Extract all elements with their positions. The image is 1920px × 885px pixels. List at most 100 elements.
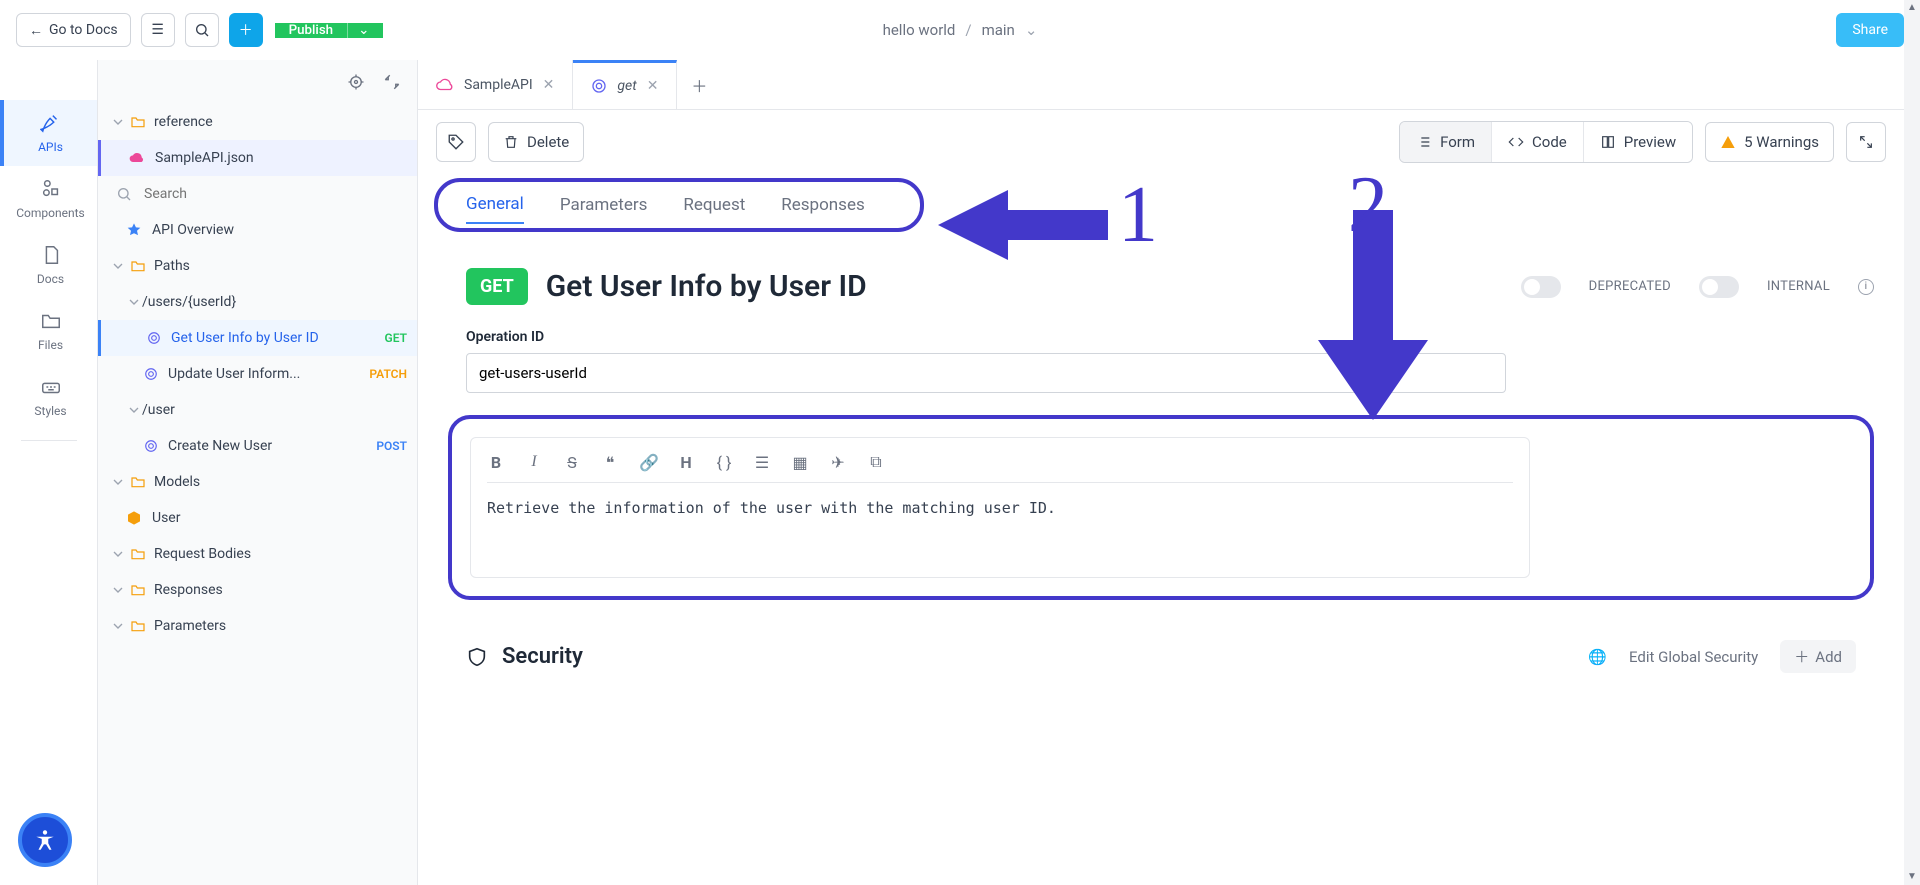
tree-path-users-userid[interactable]: /users/{userId} (98, 284, 417, 320)
close-icon[interactable]: ✕ (647, 78, 659, 94)
search-input[interactable] (144, 186, 399, 202)
cloud-icon (129, 150, 145, 166)
form-tab-parameters[interactable]: Parameters (560, 187, 648, 223)
menu-icon[interactable]: ☰ (141, 13, 175, 47)
book-icon (1600, 134, 1616, 150)
tag-button[interactable] (436, 122, 476, 162)
deprecated-toggle[interactable] (1521, 276, 1561, 298)
description-text[interactable]: Retrieve the information of the user wit… (487, 499, 1513, 517)
link-icon[interactable]: 🔗 (639, 453, 657, 472)
share-button[interactable]: Share (1836, 13, 1904, 47)
expand-button[interactable] (1846, 122, 1886, 162)
collapse-icon[interactable] (383, 73, 401, 91)
view-label: Preview (1624, 133, 1676, 151)
tree-op-get-user[interactable]: Get User Info by User ID GET (98, 320, 417, 356)
view-preview[interactable]: Preview (1584, 122, 1692, 162)
add-tab-button[interactable]: ＋ (677, 60, 721, 109)
close-icon[interactable]: ✕ (543, 77, 555, 93)
form-tab-group: General Parameters Request Responses (434, 178, 924, 232)
folder-icon (130, 618, 146, 634)
arrow-left-icon: ← (29, 22, 43, 39)
italic-icon[interactable]: I (525, 453, 543, 471)
code-block-icon[interactable]: { } (715, 453, 733, 472)
tree-folder-paths[interactable]: Paths (98, 248, 417, 284)
scrollbar[interactable]: ▲ ▼ (1904, 0, 1920, 885)
warnings-button[interactable]: 5 Warnings (1705, 122, 1834, 162)
delete-button[interactable]: Delete (488, 122, 584, 162)
edit-global-security-link[interactable]: Edit Global Security (1629, 648, 1758, 666)
tab-sampleapi[interactable]: SampleAPI ✕ (418, 60, 573, 109)
quote-icon[interactable]: ❝ (601, 453, 619, 472)
add-label: Add (1815, 648, 1842, 666)
tag-icon (447, 133, 465, 151)
table-icon[interactable]: ▦ (791, 453, 809, 472)
form-tab-general[interactable]: General (466, 186, 524, 224)
tree-op-create-user[interactable]: Create New User POST (98, 428, 417, 464)
heading-icon[interactable]: H (677, 453, 695, 472)
code-icon (1508, 134, 1524, 150)
breadcrumb-separator: / (965, 21, 971, 39)
scroll-down-icon[interactable]: ▼ (1906, 871, 1918, 883)
tree-folder-request-bodies[interactable]: Request Bodies (98, 536, 417, 572)
tree-label: reference (154, 114, 213, 130)
add-button[interactable]: ＋ (229, 13, 263, 47)
add-security-button[interactable]: ＋ Add (1780, 640, 1856, 673)
project-name[interactable]: hello world (883, 21, 956, 39)
tree-folder-parameters[interactable]: Parameters (98, 608, 417, 644)
sidebar-search[interactable] (98, 176, 417, 212)
crosshair-icon[interactable] (347, 73, 365, 91)
shield-icon (466, 646, 488, 668)
search-icon[interactable] (185, 13, 219, 47)
form-tab-responses[interactable]: Responses (781, 187, 864, 223)
scroll-up-icon[interactable]: ▲ (1906, 2, 1918, 14)
bold-icon[interactable]: B (487, 453, 505, 472)
operation-title[interactable]: Get User Info by User ID (546, 269, 867, 304)
send-icon[interactable]: ✈ (829, 453, 847, 472)
rail-separator (21, 440, 77, 441)
shapes-icon (40, 178, 62, 200)
tree-label: Models (154, 474, 200, 490)
tree-folder-models[interactable]: Models (98, 464, 417, 500)
tree-label: SampleAPI.json (155, 150, 254, 166)
security-actions: 🌐 Edit Global Security ＋ Add (1588, 640, 1856, 673)
rail-files[interactable]: Files (0, 298, 97, 364)
accessibility-button[interactable] (18, 813, 72, 867)
rail-styles-label: Styles (34, 404, 66, 418)
tree-op-patch-user[interactable]: Update User Inform... PATCH (98, 356, 417, 392)
pen-icon (40, 112, 62, 134)
operation-flags: DEPRECATED INTERNAL i (1521, 276, 1874, 298)
tree-folder-reference[interactable]: reference (98, 104, 417, 140)
tree-file-sampleapi[interactable]: SampleAPI.json (98, 140, 417, 176)
search-icon (116, 186, 132, 202)
info-icon[interactable]: i (1858, 279, 1874, 295)
tree-folder-responses[interactable]: Responses (98, 572, 417, 608)
rail-styles[interactable]: Styles (0, 364, 97, 430)
main-panel: SampleAPI ✕ get ✕ ＋ Delete Form Code (418, 60, 1904, 885)
tab-get[interactable]: get ✕ (573, 60, 677, 109)
chevron-down-icon (110, 474, 126, 490)
view-code[interactable]: Code (1492, 122, 1584, 162)
strikethrough-icon[interactable]: S (563, 453, 581, 472)
operation-id-input[interactable] (466, 353, 1506, 393)
bullet-list-icon[interactable]: ☰ (753, 453, 771, 472)
form-tab-request[interactable]: Request (683, 187, 745, 223)
internal-toggle[interactable] (1699, 276, 1739, 298)
branch-name[interactable]: main (982, 21, 1015, 39)
tree-model-user[interactable]: User (98, 500, 417, 536)
plus-icon: ＋ (1794, 646, 1809, 667)
operation-icon (591, 78, 607, 94)
description-editor[interactable]: B I S ❝ 🔗 H { } ☰ ▦ ✈ ⧉ Retrieve the inf… (470, 437, 1530, 578)
rail-docs[interactable]: Docs (0, 232, 97, 298)
tree-api-overview[interactable]: API Overview (98, 212, 417, 248)
view-form[interactable]: Form (1400, 122, 1492, 162)
tree-path-user[interactable]: /user (98, 392, 417, 428)
tree-label: Update User Inform... (168, 366, 300, 382)
chevron-down-icon[interactable]: ⌄ (1025, 21, 1038, 39)
folder-icon (130, 114, 146, 130)
annotation-arrow-2 (1308, 210, 1438, 434)
go-to-docs-button[interactable]: ← Go to Docs (16, 13, 131, 47)
package-icon[interactable]: ⧉ (867, 452, 885, 472)
rail-apis[interactable]: APIs (0, 100, 97, 166)
publish-button[interactable]: Publish ⌄ (275, 23, 384, 38)
rail-components[interactable]: Components (0, 166, 97, 232)
